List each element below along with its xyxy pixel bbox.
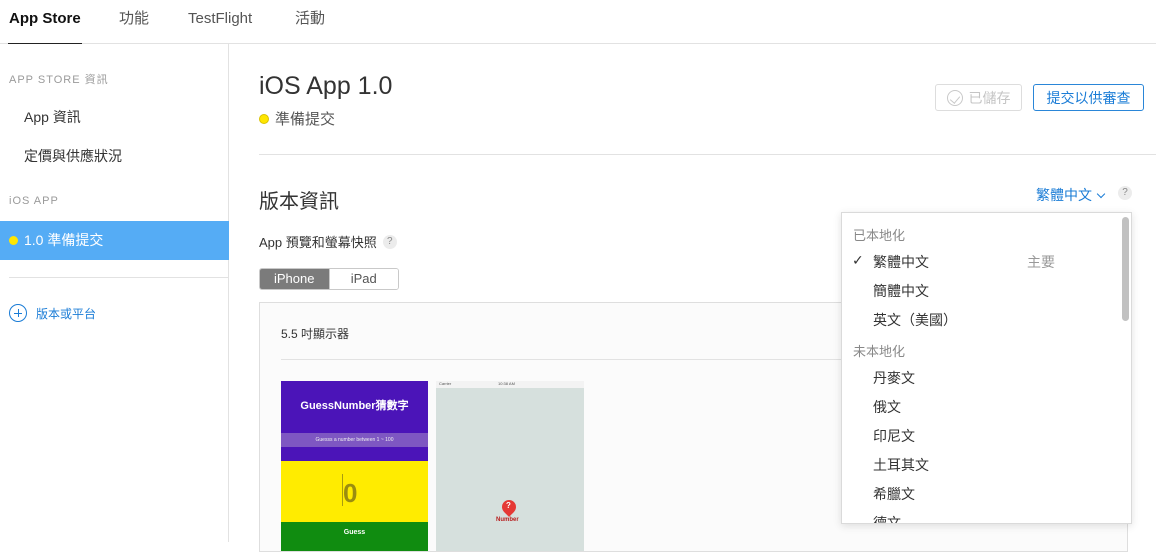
dropdown-header-localized: 已本地化 (853, 228, 906, 243)
screenshot-thumbnail-2[interactable]: Carrier 10:38 AM ? Number (436, 381, 584, 551)
screenshot-thumbnail-1[interactable]: GuessNumber猜數字 Guesss a number between 1… (281, 381, 428, 551)
sidebar-item-version-selected[interactable]: 1.0 準備提交 (0, 221, 229, 260)
dropdown-item-german[interactable]: 德文 (873, 513, 901, 523)
status-dot-icon (259, 113, 269, 124)
saved-label: 已儲存 (968, 89, 1011, 106)
dropdown-list: 已本地化 ✓ 繁體中文 主要 簡體中文 英文（美國） 未本地化 丹麥文 俄文 印… (842, 213, 1122, 523)
device-segmented-control: iPhone iPad (259, 268, 399, 290)
screenshot-carrier: Carrier (439, 381, 452, 386)
chevron-down-icon (1096, 189, 1106, 198)
preview-label-text: App 預覽和螢幕快照 (259, 235, 377, 250)
language-select[interactable]: 繁體中文 (1036, 185, 1106, 205)
screenshot-number: 0 (343, 478, 358, 508)
add-version-label: 版本或平台 (36, 306, 97, 321)
segment-ipad[interactable]: iPad (328, 269, 398, 289)
sidebar: APP STORE 資訊 App 資訊 定價與供應狀況 iOS APP 1.0 … (0, 44, 229, 542)
tab-testflight[interactable]: TestFlight (188, 0, 252, 44)
page-title: iOS App 1.0 (259, 72, 393, 100)
dropdown-item-indonesian[interactable]: 印尼文 (873, 426, 915, 446)
version-info-heading: 版本資訊 (259, 191, 339, 213)
submit-for-review-button[interactable]: 提交以供審查 (1033, 84, 1144, 111)
sidebar-version-label: 1.0 準備提交 (24, 232, 104, 248)
screenshot-number-field: 0 (281, 461, 428, 522)
screenshot-subtitle: Guesss a number between 1 ~ 100 (281, 433, 428, 447)
tab-activity[interactable]: 活動 (295, 0, 325, 44)
dropdown-item-greek[interactable]: 希臘文 (873, 484, 915, 504)
sidebar-item-pricing[interactable]: 定價與供應狀況 (24, 146, 122, 166)
add-version-or-platform-button[interactable]: 版本或平台 (9, 304, 96, 322)
primary-language-badge: 主要 (1027, 254, 1055, 270)
language-select-value: 繁體中文 (1036, 187, 1092, 203)
preview-screenshots-label: App 預覽和螢幕快照 ? (259, 232, 397, 251)
dropdown-item-russian[interactable]: 俄文 (873, 397, 901, 417)
sidebar-section-app-store-info: APP STORE 資訊 (9, 74, 109, 86)
top-nav: App Store 功能 TestFlight 活動 (0, 0, 1156, 45)
screenshot-guess-button: Guess (281, 522, 428, 551)
sidebar-item-app-info[interactable]: App 資訊 (24, 107, 81, 127)
display-size-label: 5.5 吋顯示器 (281, 327, 350, 341)
map-pin-symbol: ? (506, 501, 511, 510)
dropdown-item-traditional-chinese[interactable]: 繁體中文 (873, 252, 929, 272)
help-icon[interactable]: ? (382, 234, 397, 249)
status-indicator: 準備提交 (259, 108, 335, 129)
dropdown-scrollbar[interactable] (1122, 217, 1129, 521)
help-icon[interactable]: ? (1118, 186, 1132, 200)
dropdown-item-english-us[interactable]: 英文（美國） (873, 310, 957, 330)
dropdown-header-unlocalized: 未本地化 (853, 344, 906, 359)
status-dot-icon (9, 236, 18, 245)
checkmark-icon: ✓ (852, 252, 864, 268)
status-text: 準備提交 (275, 111, 336, 128)
dropdown-item-simplified-chinese[interactable]: 簡體中文 (873, 281, 929, 301)
saved-button[interactable]: 已儲存 (935, 84, 1022, 111)
sidebar-section-ios-app: iOS APP (9, 195, 59, 207)
screenshot-number-label: Number (496, 517, 519, 523)
screenshot-app-title: GuessNumber猜數字 (281, 381, 428, 433)
plus-circle-icon (9, 304, 27, 322)
dropdown-item-danish[interactable]: 丹麥文 (873, 368, 915, 388)
check-circle-icon (946, 89, 963, 106)
screenshot-time: 10:38 AM (498, 381, 515, 386)
tab-features[interactable]: 功能 (119, 0, 149, 44)
dropdown-item-turkish[interactable]: 土耳其文 (873, 455, 929, 475)
sidebar-divider (9, 277, 228, 278)
screenshot-band (281, 447, 428, 461)
header-divider (259, 154, 1156, 155)
tab-app-store[interactable]: App Store (8, 0, 82, 45)
language-dropdown: 已本地化 ✓ 繁體中文 主要 簡體中文 英文（美國） 未本地化 丹麥文 俄文 印… (841, 212, 1132, 524)
scrollbar-thumb[interactable] (1122, 217, 1129, 321)
screenshot-status-bar: Carrier 10:38 AM (436, 381, 584, 388)
segment-iphone[interactable]: iPhone (260, 269, 329, 289)
